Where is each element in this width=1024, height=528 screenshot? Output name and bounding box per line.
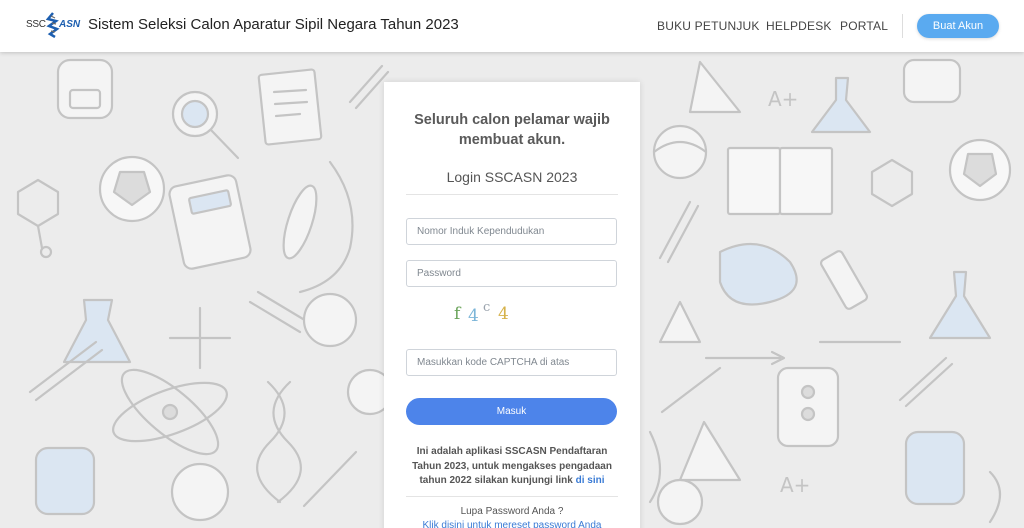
divider	[406, 496, 618, 497]
captcha-input[interactable]	[406, 349, 617, 376]
divider	[406, 194, 618, 195]
nav-buku-petunjuk[interactable]: BUKU PETUNJUK	[657, 19, 760, 33]
captcha-char: 4	[468, 306, 479, 326]
info-link-di-sini[interactable]: di sini	[576, 475, 605, 486]
nav-helpdesk[interactable]: HELPDESK	[766, 19, 832, 33]
logo-asn-text: ASN	[59, 19, 81, 30]
forgot-password-text: Lupa Password Anda ?	[460, 506, 564, 517]
nav-divider	[902, 14, 903, 38]
logo-ssc-text: SSC	[26, 19, 46, 30]
app-title: Sistem Seleksi Calon Aparatur Sipil Nega…	[88, 16, 459, 33]
svg-text:A+: A+	[768, 87, 798, 111]
captcha-char: f	[454, 304, 461, 324]
info-text: Ini adalah aplikasi SSCASN Pendaftaran T…	[402, 445, 622, 489]
login-heading: Seluruh calon pelamar wajib membuat akun…	[414, 112, 610, 148]
login-button[interactable]: Masuk	[406, 398, 617, 425]
svg-text:A+: A+	[780, 473, 810, 497]
create-account-button[interactable]: Buat Akun	[917, 14, 999, 38]
reset-password-link[interactable]: Klik disini untuk mereset password Anda	[404, 520, 620, 528]
captcha-char: 4	[498, 304, 509, 324]
nav-portal[interactable]: PORTAL	[840, 19, 888, 33]
password-input[interactable]	[406, 260, 617, 287]
sscasn-logo-icon[interactable]: SSC ASN	[26, 12, 82, 38]
login-subtitle: Login SSCASN 2023	[446, 169, 578, 185]
captcha-image: f 4 c 4	[452, 298, 522, 326]
login-card: Seluruh calon pelamar wajib membuat akun…	[384, 82, 640, 528]
nik-input[interactable]	[406, 218, 617, 245]
captcha-char: c	[483, 300, 491, 315]
top-navbar: SSC ASN Sistem Seleksi Calon Aparatur Si…	[0, 0, 1024, 52]
